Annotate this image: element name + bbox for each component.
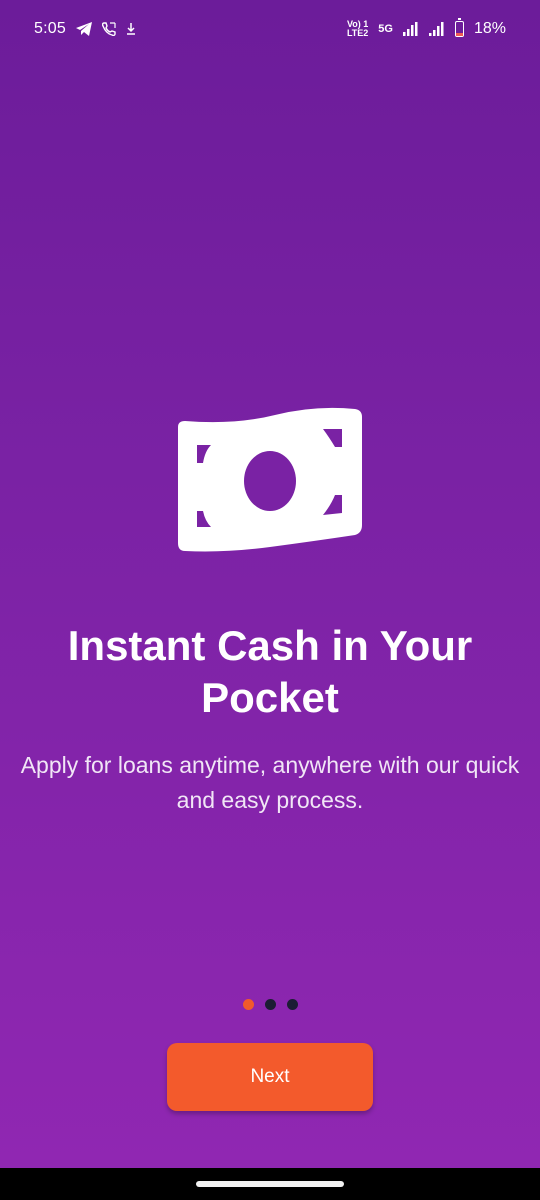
- download-icon: [126, 23, 136, 35]
- onboarding-screen: 5:05 Vo) 1 LTE2 5G 18% Instant Cash in Y…: [0, 0, 540, 1168]
- battery-icon: [454, 18, 464, 37]
- next-button[interactable]: Next: [167, 1043, 373, 1111]
- signal-2-icon: [428, 22, 445, 36]
- signal-1-icon: [402, 22, 419, 36]
- money-bill-icon: [175, 405, 365, 555]
- battery-level: [455, 33, 463, 36]
- page-dot-2[interactable]: [264, 999, 276, 1010]
- status-left: 5:05: [34, 20, 136, 38]
- status-right: Vo) 1 LTE2 5G 18%: [347, 18, 506, 38]
- page-dot-3[interactable]: [286, 999, 298, 1010]
- onboarding-title: Instant Cash in Your Pocket: [67, 622, 473, 721]
- status-bar: 5:05 Vo) 1 LTE2 5G 18%: [0, 0, 540, 58]
- home-indicator[interactable]: [196, 1181, 344, 1187]
- status-time: 5:05: [34, 20, 66, 37]
- telegram-icon: [75, 22, 92, 36]
- page-indicator: [0, 999, 540, 1010]
- phone-call-icon: [101, 22, 116, 36]
- page-dot-1[interactable]: [242, 999, 254, 1010]
- volte-bottom: LTE2: [346, 28, 369, 38]
- onboarding-subtitle: Apply for loans anytime, anywhere with o…: [20, 752, 520, 813]
- volte-label: Vo) 1 LTE2: [347, 20, 368, 38]
- network-type: 5G: [378, 23, 393, 35]
- battery-percent: 18%: [473, 20, 506, 37]
- navigation-bar: [0, 1168, 540, 1200]
